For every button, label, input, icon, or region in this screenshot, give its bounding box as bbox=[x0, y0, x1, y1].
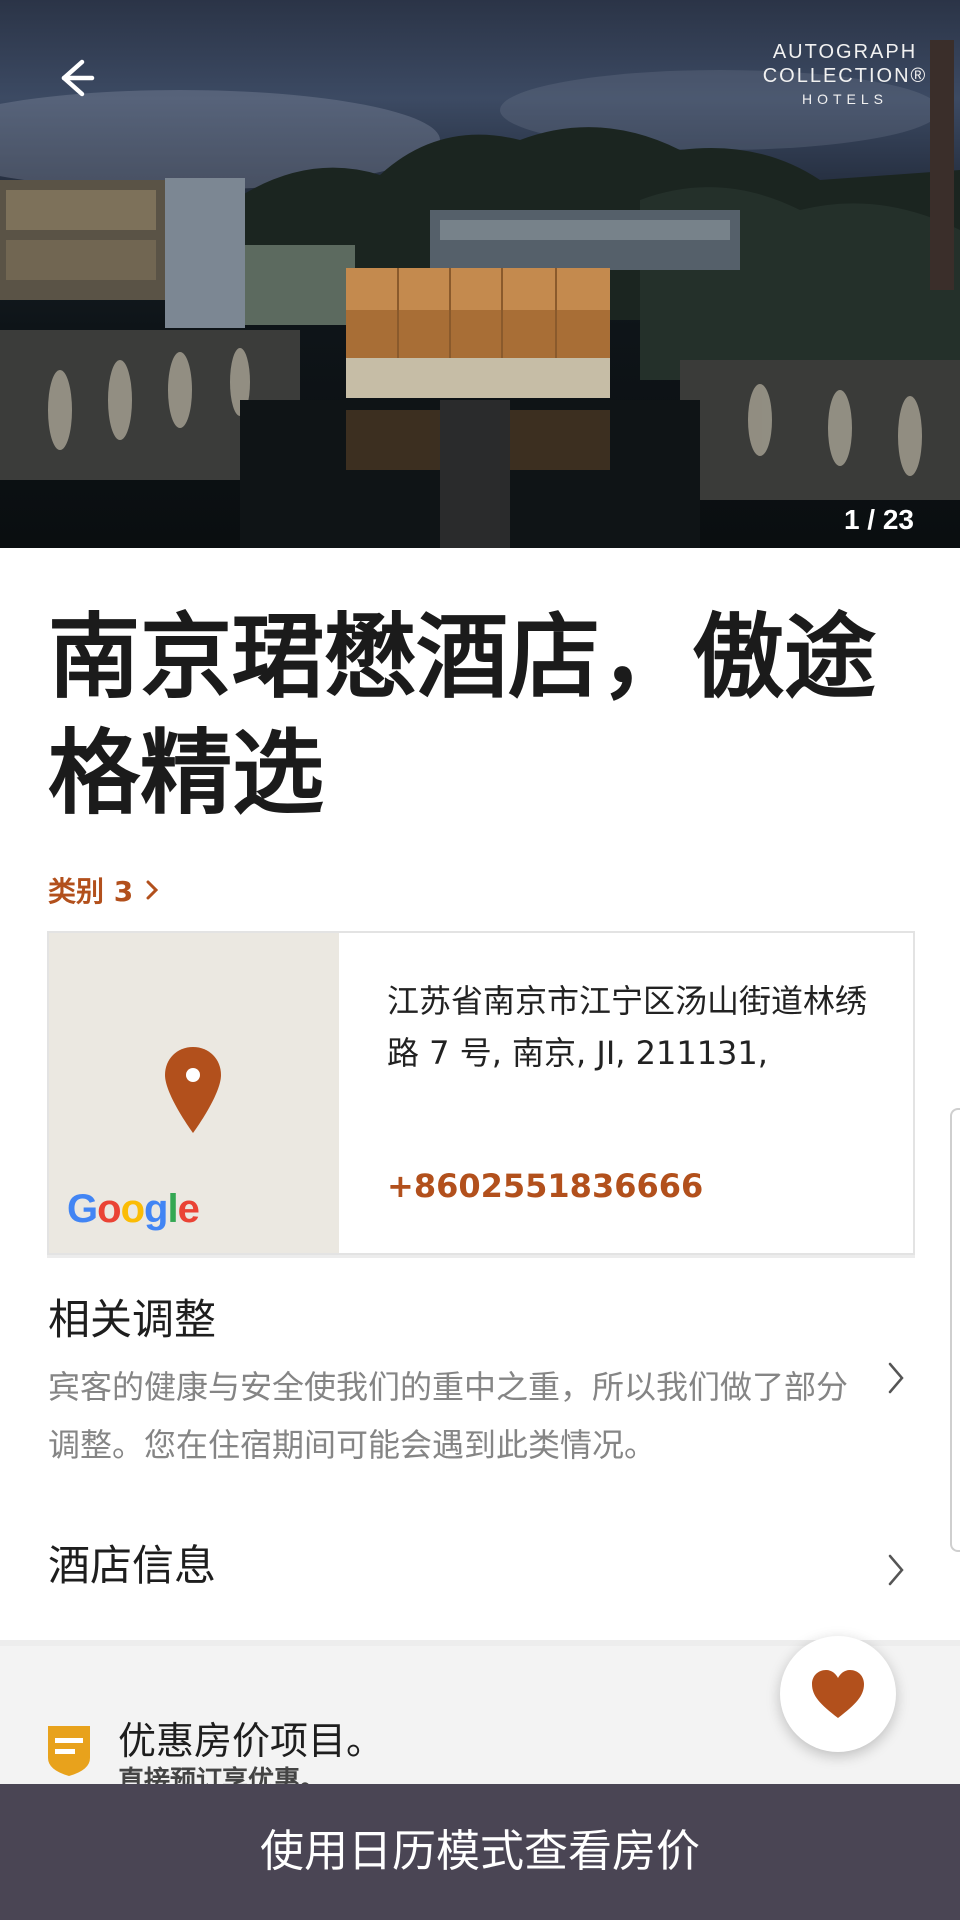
location-card: Google 江苏省南京市江宁区汤山街道林绣路 7 号, 南京, JI, 211… bbox=[47, 931, 915, 1255]
promo-subtitle: 直接预订享优惠。 bbox=[118, 1766, 327, 1784]
adjustments-description: 宾客的健康与安全使我们的重中之重，所以我们做了部分调整。您在住宿期间可能会遇到此… bbox=[48, 1368, 849, 1464]
google-attribution: Google bbox=[67, 1187, 200, 1231]
hotel-info-row[interactable]: 酒店信息 bbox=[48, 1536, 908, 1606]
map-pin-icon bbox=[165, 1047, 221, 1133]
brand-line-2: COLLECTION® bbox=[762, 65, 928, 87]
hotel-phone-link[interactable]: +8602551836666 bbox=[387, 1167, 703, 1205]
category-link[interactable]: 类别 3 bbox=[48, 870, 163, 910]
map-thumbnail[interactable]: Google bbox=[49, 933, 339, 1253]
calendar-rates-button[interactable]: 使用日历模式查看房价 bbox=[0, 1784, 960, 1920]
hotel-name: 南京珺懋酒店，傲途格精选 bbox=[48, 604, 877, 827]
category-label: 类别 3 bbox=[48, 875, 134, 908]
back-button[interactable] bbox=[42, 46, 106, 110]
hero-photo[interactable]: AUTOGRAPH COLLECTION® HOTELS 1 / 23 bbox=[0, 0, 960, 548]
brand-logo: AUTOGRAPH COLLECTION® HOTELS bbox=[750, 40, 940, 110]
favorite-button[interactable] bbox=[780, 1636, 896, 1752]
rate-badge-icon bbox=[48, 1726, 90, 1776]
chevron-right-icon bbox=[888, 1554, 904, 1586]
hotel-info-title: 酒店信息 bbox=[48, 1541, 217, 1590]
photo-counter: 1 / 23 bbox=[843, 504, 914, 535]
adjustments-section[interactable]: 相关调整 宾客的健康与安全使我们的重中之重，所以我们做了部分调整。您在住宿期间可… bbox=[48, 1290, 908, 1474]
chevron-right-icon bbox=[888, 1362, 904, 1394]
chevron-right-icon bbox=[146, 880, 159, 900]
promo-title: 优惠房价项目。 bbox=[118, 1719, 385, 1763]
arrow-left-icon bbox=[61, 59, 95, 97]
heart-icon bbox=[812, 1670, 864, 1718]
brand-line-1: AUTOGRAPH bbox=[772, 41, 918, 63]
brand-line-3: HOTELS bbox=[801, 91, 888, 107]
scroll-indicator[interactable] bbox=[950, 1108, 960, 1552]
adjustments-title: 相关调整 bbox=[48, 1295, 217, 1344]
hotel-address: 江苏省南京市江宁区汤山街道林绣路 7 号, 南京, JI, 211131, bbox=[387, 982, 868, 1072]
